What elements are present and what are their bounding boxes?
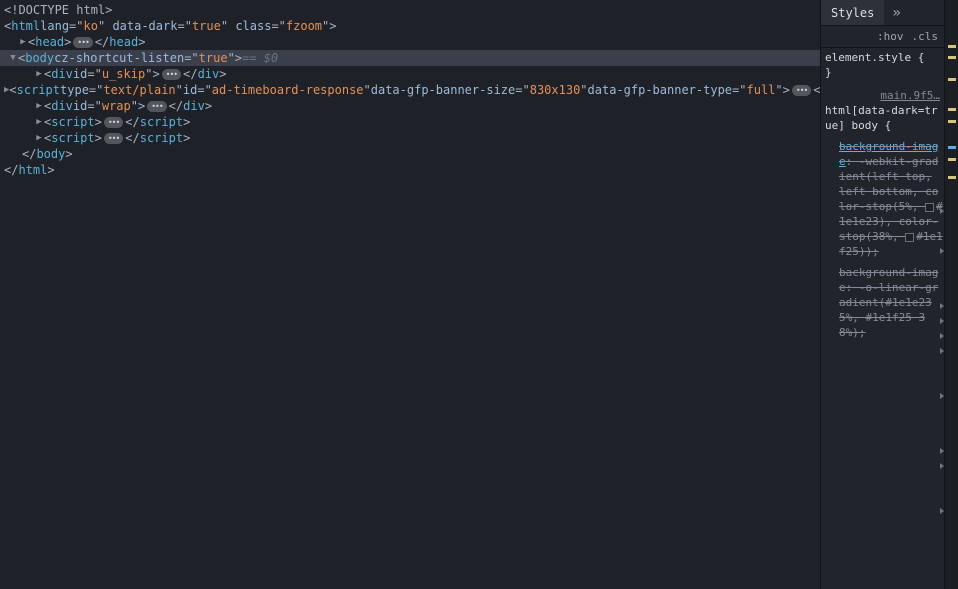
ellipsis-icon[interactable]: ••• <box>73 37 92 48</box>
styles-rules[interactable]: element.style { } main.9f5… html[data-da… <box>821 48 944 589</box>
color-swatch-icon[interactable] <box>925 203 934 212</box>
ellipsis-icon[interactable]: ••• <box>147 101 166 112</box>
styles-overflow-strip <box>936 48 944 589</box>
minimap-marker[interactable] <box>948 78 956 81</box>
styles-panel: Styles » :hov .cls element.style { } mai… <box>820 0 944 589</box>
expand-toggle-icon[interactable]: ▶ <box>34 133 44 143</box>
minimap-marker[interactable] <box>948 56 956 59</box>
dom-child-node[interactable]: ▶<script type="text/plain" id="ad-timebo… <box>0 82 820 98</box>
css-property[interactable]: background-image: -webkit-gradient(left … <box>825 139 944 259</box>
expand-toggle-icon[interactable]: ▶ <box>34 69 44 79</box>
dom-child-node[interactable]: ▶<script>•••</script> <box>0 130 820 146</box>
expand-toggle-icon[interactable]: ▶ <box>34 117 44 127</box>
style-rule[interactable]: main.9f5… html[data-dark=true] body { ba… <box>825 88 944 340</box>
expand-toggle-icon[interactable]: ▶ <box>34 101 44 111</box>
style-rule[interactable]: element.style { } <box>825 50 944 80</box>
more-tabs-icon[interactable]: » <box>884 5 908 21</box>
styles-filter-row: :hov .cls <box>821 26 944 48</box>
ellipsis-icon[interactable]: ••• <box>104 133 123 144</box>
minimap-marker[interactable] <box>948 146 956 149</box>
minimap-marker[interactable] <box>948 108 956 111</box>
dom-body-open[interactable]: ▼ <body cz-shortcut-listen="true" > == $… <box>0 50 820 66</box>
minimap-marker[interactable] <box>948 45 956 48</box>
dom-html-close[interactable]: </html> <box>0 162 820 178</box>
collapse-toggle-icon[interactable]: ▼ <box>8 53 18 63</box>
color-swatch-icon[interactable] <box>905 233 914 242</box>
ellipsis-icon[interactable]: ••• <box>162 69 181 80</box>
dom-doctype[interactable]: <!DOCTYPE html> <box>0 2 820 18</box>
dom-body-close[interactable]: </body> <box>0 146 820 162</box>
minimap-marker[interactable] <box>948 120 956 123</box>
hov-button[interactable]: :hov <box>877 30 904 43</box>
styles-tabs: Styles » <box>821 0 944 26</box>
minimap-marker[interactable] <box>948 158 956 161</box>
expand-toggle-icon[interactable]: ▶ <box>18 37 28 47</box>
elements-tree[interactable]: <!DOCTYPE html> <html lang="ko" data-dar… <box>0 0 820 589</box>
dom-child-node[interactable]: ▶<script>•••</script> <box>0 114 820 130</box>
dom-head[interactable]: ▶ <head> ••• </head> <box>0 34 820 50</box>
dom-child-node[interactable]: ▶<div id="u_skip">•••</div> <box>0 66 820 82</box>
css-property[interactable]: background-image: -o-linear-gradient(#1e… <box>825 265 944 340</box>
minimap-marker[interactable] <box>948 176 956 179</box>
stylesheet-source-link[interactable]: main.9f5… <box>825 88 944 103</box>
cls-button[interactable]: .cls <box>912 30 939 43</box>
dom-html-open[interactable]: <html lang="ko" data-dark="true" class="… <box>0 18 820 34</box>
markers-column <box>944 0 958 589</box>
ellipsis-icon[interactable]: ••• <box>792 85 811 96</box>
tab-styles[interactable]: Styles <box>821 0 884 25</box>
dom-child-node[interactable]: ▶<div id="wrap">•••</div> <box>0 98 820 114</box>
selected-node-marker: == $0 <box>242 51 278 65</box>
ellipsis-icon[interactable]: ••• <box>104 117 123 128</box>
